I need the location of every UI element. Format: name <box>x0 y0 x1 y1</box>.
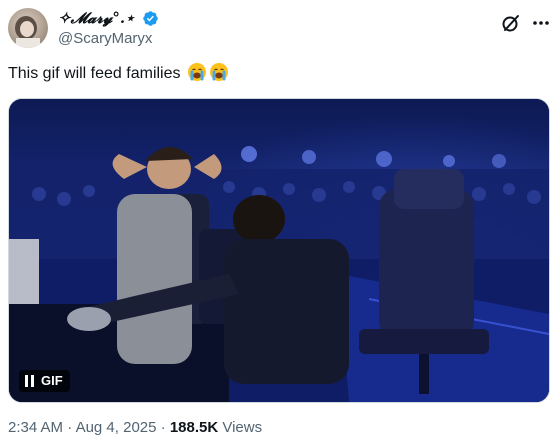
gif-label: GIF <box>41 373 63 388</box>
separator: · <box>63 419 76 436</box>
gif-frame <box>9 99 549 402</box>
loudly-crying-face-emoji <box>209 62 229 82</box>
display-name[interactable]: ✧𝓜𝓪𝓻𝔂°.⋆ <box>58 9 134 28</box>
tweet-metadata: 2:34 AM · Aug 4, 2025 · 188.5K Views <box>8 418 262 438</box>
more-options-icon[interactable] <box>530 12 552 34</box>
pause-icon[interactable] <box>25 375 35 387</box>
views-label: Views <box>218 419 263 436</box>
tweet-date[interactable]: Aug 4, 2025 <box>76 419 157 436</box>
gif-badge[interactable]: GIF <box>19 370 70 392</box>
author-handle[interactable]: @ScaryMaryx <box>58 29 159 48</box>
tweet-time[interactable]: 2:34 AM <box>8 419 63 436</box>
avatar[interactable] <box>8 8 48 48</box>
loudly-crying-face-emoji <box>187 62 207 82</box>
separator: · <box>156 419 170 436</box>
verified-badge-icon <box>142 10 159 27</box>
author-names: ✧𝓜𝓪𝓻𝔂°.⋆ @ScaryMaryx <box>58 9 159 48</box>
grok-icon[interactable] <box>500 12 522 34</box>
views-count: 188.5K <box>169 419 219 436</box>
tweet-header: ✧𝓜𝓪𝓻𝔂°.⋆ @ScaryMaryx <box>8 8 552 50</box>
tweet-text: This gif will feed families <box>8 62 229 85</box>
tweet-media-gif[interactable]: GIF <box>8 98 550 403</box>
tweet-body: This gif will feed families <box>8 65 181 82</box>
